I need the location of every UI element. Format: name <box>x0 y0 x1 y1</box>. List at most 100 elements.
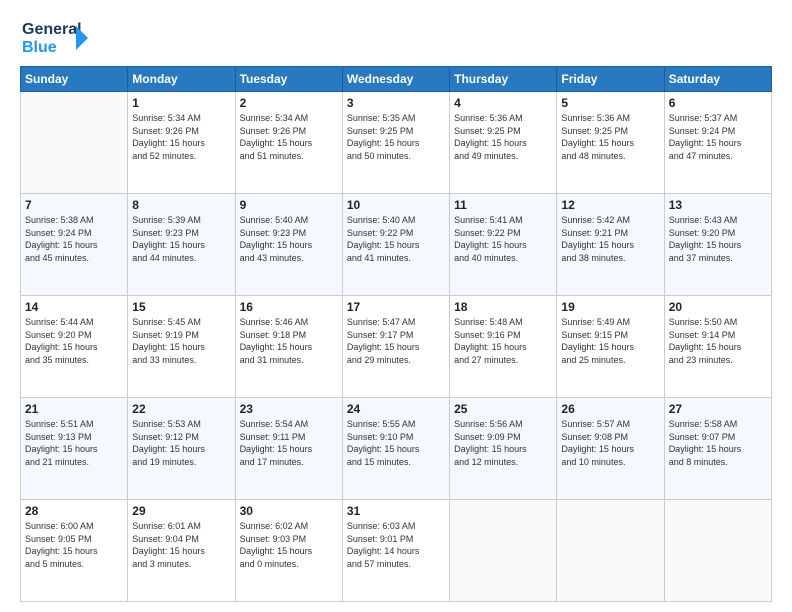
day-number: 13 <box>669 198 767 212</box>
day-number: 30 <box>240 504 338 518</box>
day-number: 23 <box>240 402 338 416</box>
day-number: 22 <box>132 402 230 416</box>
calendar-cell <box>450 500 557 602</box>
calendar-header-wednesday: Wednesday <box>342 67 449 92</box>
day-number: 29 <box>132 504 230 518</box>
cell-info: Sunrise: 5:35 AM Sunset: 9:25 PM Dayligh… <box>347 112 445 162</box>
calendar-cell: 26 Sunrise: 5:57 AM Sunset: 9:08 PM Dayli… <box>557 398 664 500</box>
day-number: 8 <box>132 198 230 212</box>
day-number: 31 <box>347 504 445 518</box>
logo: GeneralBlue <box>20 16 90 58</box>
day-number: 1 <box>132 96 230 110</box>
day-number: 9 <box>240 198 338 212</box>
calendar-cell: 1 Sunrise: 5:34 AM Sunset: 9:26 PM Daylig… <box>128 92 235 194</box>
calendar-cell: 28 Sunrise: 6:00 AM Sunset: 9:05 PM Dayli… <box>21 500 128 602</box>
calendar-cell: 23 Sunrise: 5:54 AM Sunset: 9:11 PM Dayli… <box>235 398 342 500</box>
calendar-cell: 14Sunrise: 5:44 AM Sunset: 9:20 PM Dayli… <box>21 296 128 398</box>
cell-info: Sunrise: 5:41 AM Sunset: 9:22 PM Dayligh… <box>454 214 552 264</box>
calendar-week-row: 1 Sunrise: 5:34 AM Sunset: 9:26 PM Daylig… <box>21 92 772 194</box>
calendar-cell: 6 Sunrise: 5:37 AM Sunset: 9:24 PM Daylig… <box>664 92 771 194</box>
calendar-week-row: 7 Sunrise: 5:38 AM Sunset: 9:24 PM Daylig… <box>21 194 772 296</box>
day-number: 16 <box>240 300 338 314</box>
cell-info: Sunrise: 5:46 AM Sunset: 9:18 PM Dayligh… <box>240 316 338 366</box>
calendar-cell: 29 Sunrise: 6:01 AM Sunset: 9:04 PM Dayli… <box>128 500 235 602</box>
calendar-cell: 11 Sunrise: 5:41 AM Sunset: 9:22 PM Dayli… <box>450 194 557 296</box>
cell-info: Sunrise: 6:02 AM Sunset: 9:03 PM Dayligh… <box>240 520 338 570</box>
calendar-cell: 15 Sunrise: 5:45 AM Sunset: 9:19 PM Dayli… <box>128 296 235 398</box>
day-number: 6 <box>669 96 767 110</box>
day-number: 10 <box>347 198 445 212</box>
cell-info: Sunrise: 5:42 AM Sunset: 9:21 PM Dayligh… <box>561 214 659 264</box>
cell-info: Sunrise: 5:50 AM Sunset: 9:14 PM Dayligh… <box>669 316 767 366</box>
day-number: 28 <box>25 504 123 518</box>
calendar-cell: 30 Sunrise: 6:02 AM Sunset: 9:03 PM Dayli… <box>235 500 342 602</box>
cell-info: Sunrise: 5:58 AM Sunset: 9:07 PM Dayligh… <box>669 418 767 468</box>
day-number: 15 <box>132 300 230 314</box>
day-number: 7 <box>25 198 123 212</box>
calendar-week-row: 28 Sunrise: 6:00 AM Sunset: 9:05 PM Dayli… <box>21 500 772 602</box>
calendar-cell: 8Sunrise: 5:39 AM Sunset: 9:23 PM Daylig… <box>128 194 235 296</box>
cell-info: Sunrise: 5:40 AM Sunset: 9:22 PM Dayligh… <box>347 214 445 264</box>
day-number: 4 <box>454 96 552 110</box>
day-number: 27 <box>669 402 767 416</box>
calendar-header-monday: Monday <box>128 67 235 92</box>
day-number: 25 <box>454 402 552 416</box>
cell-info: Sunrise: 6:00 AM Sunset: 9:05 PM Dayligh… <box>25 520 123 570</box>
day-number: 11 <box>454 198 552 212</box>
cell-info: Sunrise: 6:03 AM Sunset: 9:01 PM Dayligh… <box>347 520 445 570</box>
cell-info: Sunrise: 5:34 AM Sunset: 9:26 PM Dayligh… <box>240 112 338 162</box>
day-number: 20 <box>669 300 767 314</box>
cell-info: Sunrise: 5:44 AM Sunset: 9:20 PM Dayligh… <box>25 316 123 366</box>
day-number: 17 <box>347 300 445 314</box>
cell-info: Sunrise: 5:34 AM Sunset: 9:26 PM Dayligh… <box>132 112 230 162</box>
calendar-cell: 17 Sunrise: 5:47 AM Sunset: 9:17 PM Dayli… <box>342 296 449 398</box>
calendar-header-thursday: Thursday <box>450 67 557 92</box>
day-number: 3 <box>347 96 445 110</box>
calendar-week-row: 21 Sunrise: 5:51 AM Sunset: 9:13 PM Dayli… <box>21 398 772 500</box>
calendar-cell: 2 Sunrise: 5:34 AM Sunset: 9:26 PM Daylig… <box>235 92 342 194</box>
day-number: 26 <box>561 402 659 416</box>
cell-info: Sunrise: 5:51 AM Sunset: 9:13 PM Dayligh… <box>25 418 123 468</box>
cell-info: Sunrise: 5:54 AM Sunset: 9:11 PM Dayligh… <box>240 418 338 468</box>
cell-info: Sunrise: 5:56 AM Sunset: 9:09 PM Dayligh… <box>454 418 552 468</box>
cell-info: Sunrise: 5:36 AM Sunset: 9:25 PM Dayligh… <box>454 112 552 162</box>
cell-info: Sunrise: 5:48 AM Sunset: 9:16 PM Dayligh… <box>454 316 552 366</box>
calendar-cell: 9 Sunrise: 5:40 AM Sunset: 9:23 PM Daylig… <box>235 194 342 296</box>
cell-info: Sunrise: 5:45 AM Sunset: 9:19 PM Dayligh… <box>132 316 230 366</box>
cell-info: Sunrise: 5:57 AM Sunset: 9:08 PM Dayligh… <box>561 418 659 468</box>
cell-info: Sunrise: 5:37 AM Sunset: 9:24 PM Dayligh… <box>669 112 767 162</box>
calendar-table: SundayMondayTuesdayWednesdayThursdayFrid… <box>20 66 772 602</box>
calendar-cell: 21 Sunrise: 5:51 AM Sunset: 9:13 PM Dayli… <box>21 398 128 500</box>
cell-info: Sunrise: 5:40 AM Sunset: 9:23 PM Dayligh… <box>240 214 338 264</box>
logo-svg: GeneralBlue <box>20 16 90 58</box>
svg-text:Blue: Blue <box>22 39 57 56</box>
calendar-cell: 4 Sunrise: 5:36 AM Sunset: 9:25 PM Daylig… <box>450 92 557 194</box>
calendar-cell: 27 Sunrise: 5:58 AM Sunset: 9:07 PM Dayli… <box>664 398 771 500</box>
calendar-cell: 25 Sunrise: 5:56 AM Sunset: 9:09 PM Dayli… <box>450 398 557 500</box>
calendar-header-row: SundayMondayTuesdayWednesdayThursdayFrid… <box>21 67 772 92</box>
calendar-cell: 13Sunrise: 5:43 AM Sunset: 9:20 PM Dayli… <box>664 194 771 296</box>
calendar-cell <box>557 500 664 602</box>
cell-info: Sunrise: 5:38 AM Sunset: 9:24 PM Dayligh… <box>25 214 123 264</box>
cell-info: Sunrise: 5:47 AM Sunset: 9:17 PM Dayligh… <box>347 316 445 366</box>
day-number: 19 <box>561 300 659 314</box>
calendar-cell <box>664 500 771 602</box>
calendar-cell: 18 Sunrise: 5:48 AM Sunset: 9:16 PM Dayli… <box>450 296 557 398</box>
calendar-header-sunday: Sunday <box>21 67 128 92</box>
calendar-cell: 19 Sunrise: 5:49 AM Sunset: 9:15 PM Dayli… <box>557 296 664 398</box>
day-number: 21 <box>25 402 123 416</box>
calendar-cell: 3 Sunrise: 5:35 AM Sunset: 9:25 PM Daylig… <box>342 92 449 194</box>
calendar-cell <box>21 92 128 194</box>
day-number: 24 <box>347 402 445 416</box>
cell-info: Sunrise: 5:36 AM Sunset: 9:25 PM Dayligh… <box>561 112 659 162</box>
day-number: 2 <box>240 96 338 110</box>
page: GeneralBlue SundayMondayTuesdayWednesday… <box>0 0 792 612</box>
cell-info: Sunrise: 5:53 AM Sunset: 9:12 PM Dayligh… <box>132 418 230 468</box>
cell-info: Sunrise: 5:49 AM Sunset: 9:15 PM Dayligh… <box>561 316 659 366</box>
day-number: 12 <box>561 198 659 212</box>
calendar-cell: 24Sunrise: 5:55 AM Sunset: 9:10 PM Dayli… <box>342 398 449 500</box>
cell-info: Sunrise: 6:01 AM Sunset: 9:04 PM Dayligh… <box>132 520 230 570</box>
calendar-cell: 22 Sunrise: 5:53 AM Sunset: 9:12 PM Dayli… <box>128 398 235 500</box>
header: GeneralBlue <box>20 16 772 58</box>
day-number: 18 <box>454 300 552 314</box>
